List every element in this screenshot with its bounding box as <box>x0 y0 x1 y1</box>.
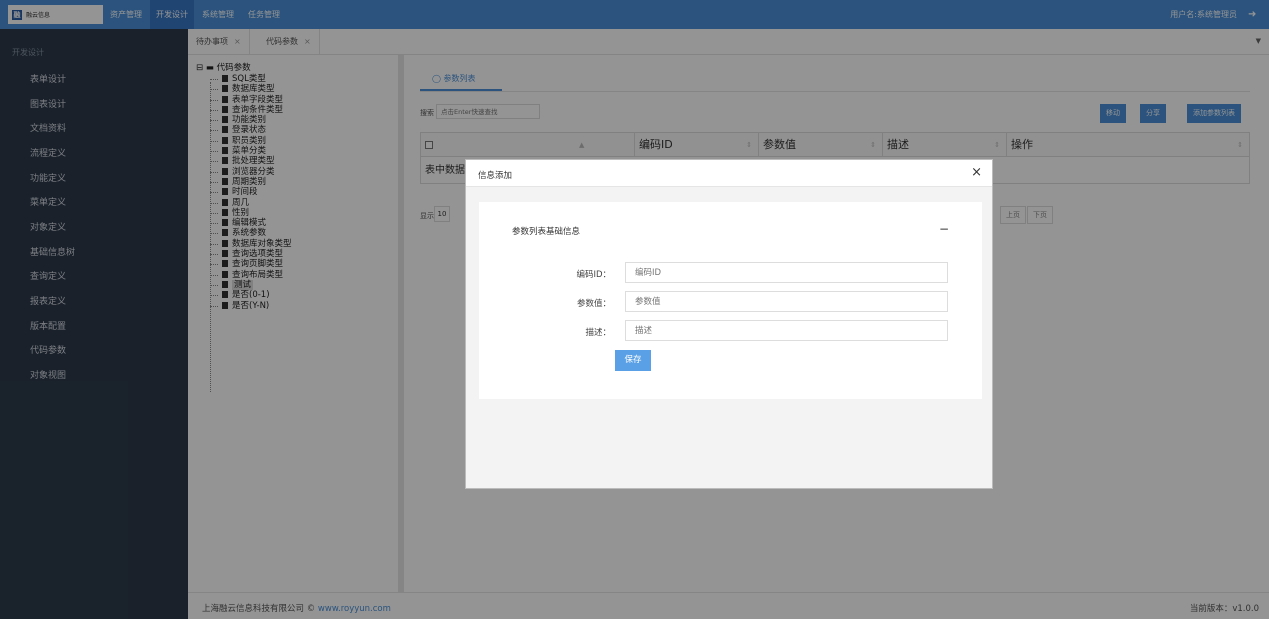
param-value-field[interactable] <box>625 291 948 312</box>
section-title: 参数列表基础信息 <box>512 227 581 237</box>
save-button[interactable]: 保存 <box>615 350 651 371</box>
close-icon[interactable]: × <box>971 165 982 181</box>
code-id-label: 编码ID： <box>576 270 611 280</box>
code-id-field[interactable] <box>625 262 948 283</box>
param-value-label: 参数值： <box>576 299 611 309</box>
description-field[interactable] <box>625 320 948 341</box>
collapse-icon[interactable]: − <box>939 223 949 235</box>
dialog-title: 信息添加 <box>478 171 513 181</box>
description-label: 描述： <box>585 328 611 338</box>
form-card: 参数列表基础信息 − 编码ID： 参数值： 描述： 保存 <box>479 202 982 399</box>
add-info-dialog: 信息添加 × 参数列表基础信息 − 编码ID： 参数值： 描述： 保存 <box>465 159 993 489</box>
dialog-header: 信息添加 × <box>466 160 992 187</box>
